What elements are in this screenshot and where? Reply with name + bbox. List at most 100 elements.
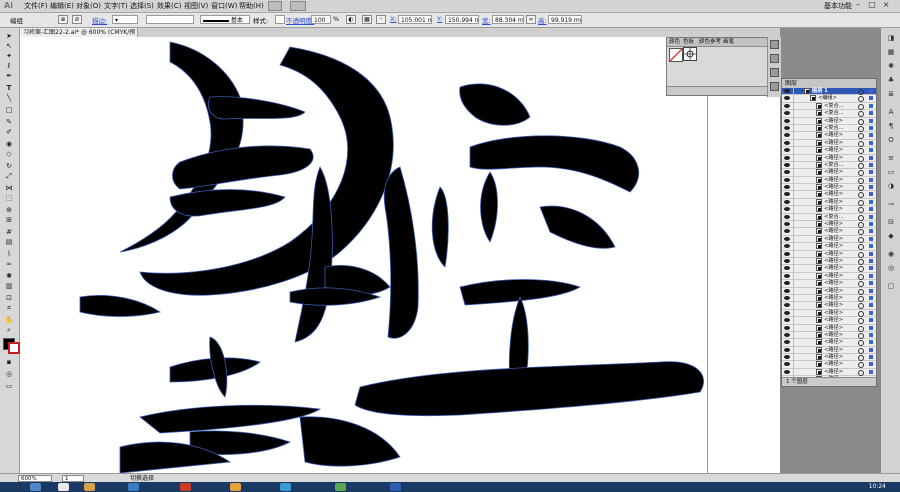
- selection-indicator[interactable]: [869, 199, 873, 204]
- transparency-icon[interactable]: ◑: [886, 182, 896, 190]
- lock-toggle[interactable]: [793, 176, 801, 184]
- lock-toggle[interactable]: [793, 124, 801, 132]
- visibility-eye-icon[interactable]: [784, 303, 790, 308]
- sublayer-row[interactable]: <复合...: [782, 213, 876, 222]
- brush-definition-select[interactable]: 基本: [200, 15, 250, 24]
- lock-toggle[interactable]: [793, 368, 801, 376]
- eraser-tool-icon[interactable]: ◇: [3, 150, 15, 159]
- tab-color-guide[interactable]: 颜色参考: [699, 38, 721, 46]
- artboard-tool-icon[interactable]: ⊡: [3, 294, 15, 303]
- layer-name[interactable]: <路径>: [824, 118, 843, 125]
- selection-indicator[interactable]: [869, 125, 873, 130]
- visibility-eye-icon[interactable]: [784, 207, 790, 212]
- target-icon[interactable]: [858, 303, 864, 310]
- hand-tool-icon[interactable]: ✋: [3, 316, 15, 325]
- visibility-eye-icon[interactable]: [784, 281, 790, 286]
- sublayer-row[interactable]: <路径>: [782, 206, 876, 214]
- visibility-eye-icon[interactable]: [784, 266, 790, 271]
- target-icon[interactable]: [858, 318, 864, 325]
- browser-icon[interactable]: [128, 483, 139, 491]
- symbols-panel-icon[interactable]: [770, 82, 779, 91]
- lock-toggle[interactable]: [793, 354, 801, 362]
- selection-indicator[interactable]: [869, 362, 873, 367]
- selection-indicator[interactable]: [869, 281, 873, 286]
- lock-toggle[interactable]: [793, 272, 801, 280]
- layer-name[interactable]: <路径>: [824, 243, 843, 250]
- selection-indicator[interactable]: [869, 140, 873, 145]
- lock-toggle[interactable]: [793, 110, 801, 118]
- lock-toggle[interactable]: [793, 257, 801, 265]
- layer-name[interactable]: <路径>: [824, 347, 843, 354]
- menu-view[interactable]: 视图(V): [184, 1, 208, 11]
- visibility-eye-icon[interactable]: [784, 362, 790, 367]
- lock-toggle[interactable]: [793, 324, 801, 332]
- sublayer-row[interactable]: <路径>: [782, 243, 876, 251]
- gradient-tool-icon[interactable]: ▤: [3, 238, 15, 247]
- layer-name[interactable]: <路径>: [824, 132, 843, 139]
- height-input[interactable]: 99.919 mm: [548, 15, 582, 24]
- layer-name[interactable]: <复合...: [824, 162, 844, 169]
- stroke-swatch[interactable]: [8, 342, 20, 354]
- target-icon[interactable]: [858, 133, 864, 140]
- visibility-eye-icon[interactable]: [784, 214, 790, 219]
- target-icon[interactable]: [858, 125, 864, 132]
- lock-toggle[interactable]: [793, 95, 801, 103]
- visibility-eye-icon[interactable]: [784, 229, 790, 234]
- zoom-tool-icon[interactable]: ⌕: [3, 326, 15, 335]
- layer-name[interactable]: <路径>: [824, 251, 843, 258]
- shape-builder-tool-icon[interactable]: ⊕: [3, 206, 15, 215]
- lock-toggle[interactable]: [793, 154, 801, 162]
- sublayer-row[interactable]: <路径>: [782, 280, 876, 288]
- taskbar-app-icon[interactable]: [58, 483, 69, 491]
- appearance-icon[interactable]: ◉: [886, 250, 896, 258]
- variable-width-profile[interactable]: [146, 15, 194, 24]
- layer-name[interactable]: <路径>: [824, 369, 843, 376]
- visibility-eye-icon[interactable]: [784, 192, 790, 197]
- lock-toggle[interactable]: [793, 265, 801, 273]
- column-graph-tool-icon[interactable]: ▥: [3, 282, 15, 291]
- color-icon[interactable]: ◨: [886, 34, 896, 42]
- layer-name[interactable]: <路径>: [824, 236, 843, 243]
- selection-indicator[interactable]: [869, 177, 873, 182]
- selection-indicator[interactable]: [869, 222, 873, 227]
- selection-indicator[interactable]: [869, 207, 873, 212]
- target-icon[interactable]: [858, 96, 864, 103]
- lock-toggle[interactable]: [793, 287, 801, 295]
- target-icon[interactable]: [858, 369, 864, 376]
- tab-color[interactable]: 颜色: [669, 38, 680, 46]
- reference-point-icon[interactable]: ⁘: [376, 15, 386, 24]
- lock-toggle[interactable]: [793, 169, 801, 177]
- selection-indicator[interactable]: [869, 155, 873, 160]
- visibility-eye-icon[interactable]: [784, 177, 790, 182]
- lock-toggle[interactable]: [793, 139, 801, 147]
- stroke-color-icon[interactable]: ⊘: [72, 15, 82, 24]
- layer-name[interactable]: <路径>: [824, 265, 843, 272]
- lock-toggle[interactable]: [793, 339, 801, 347]
- layer-name[interactable]: <路径>: [824, 354, 843, 361]
- target-icon[interactable]: [858, 103, 864, 110]
- visibility-eye-icon[interactable]: [784, 199, 790, 204]
- target-icon[interactable]: [858, 325, 864, 332]
- target-icon[interactable]: [858, 185, 864, 192]
- rectangle-tool-icon[interactable]: □: [3, 106, 15, 115]
- selection-indicator[interactable]: [869, 229, 873, 234]
- stroke-weight-input[interactable]: ▾: [112, 15, 138, 24]
- explorer-icon[interactable]: [84, 483, 95, 491]
- menu-effect[interactable]: 效果(C): [157, 1, 181, 11]
- target-icon[interactable]: [858, 236, 864, 243]
- tab-layers[interactable]: 图层: [785, 79, 797, 88]
- lasso-tool-icon[interactable]: ℓ: [3, 62, 15, 71]
- app-icon-red[interactable]: [180, 483, 191, 491]
- visibility-eye-icon[interactable]: [784, 103, 790, 108]
- minimize-button[interactable]: –: [852, 0, 864, 10]
- layer-name[interactable]: <路径>: [824, 206, 843, 213]
- target-icon[interactable]: [858, 355, 864, 362]
- mesh-tool-icon[interactable]: #: [3, 228, 15, 237]
- visibility-eye-icon[interactable]: [784, 89, 790, 93]
- selection-indicator[interactable]: [869, 162, 873, 167]
- lock-toggle[interactable]: [793, 132, 801, 140]
- target-icon[interactable]: [858, 207, 864, 214]
- selection-indicator[interactable]: [869, 355, 873, 360]
- width-tool-icon[interactable]: ⋈: [3, 184, 15, 193]
- visibility-eye-icon[interactable]: [784, 325, 790, 330]
